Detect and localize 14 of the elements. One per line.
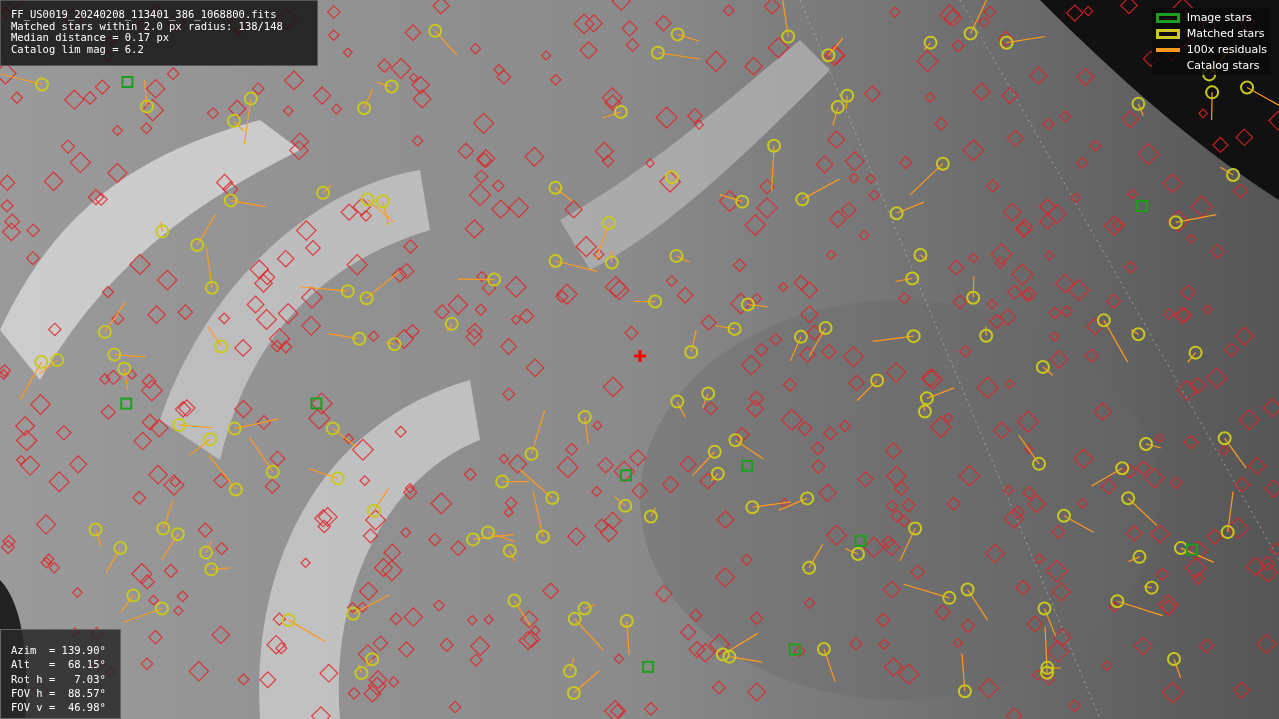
center-cross-icon (632, 348, 648, 364)
pointing-text: FOV h = 88.57° (11, 685, 107, 701)
info-text: Median distance = 0.17 px (11, 32, 170, 44)
info-text: Matched stars within 2.0 px radius: 138/148 (11, 20, 284, 32)
info-text: Catalog lim mag = 6.2 (11, 43, 145, 55)
pointing-text: Alt = 68.15° (11, 657, 107, 672)
legend-label: Image stars (1186, 11, 1252, 24)
pointing-text: FOV v = 46.98° (11, 700, 107, 715)
info-text: FF_US0019_20240208_113401_386_1068800.fits (11, 9, 278, 21)
legend-label: Catalog stars (1186, 59, 1260, 72)
legend-label: 100x residuals (1186, 43, 1267, 56)
legend-label: Matched stars (1186, 27, 1265, 40)
pointing-text: Rot h = 7.03° (11, 671, 107, 686)
pointing-text: Azim = 139.90° (11, 643, 107, 658)
